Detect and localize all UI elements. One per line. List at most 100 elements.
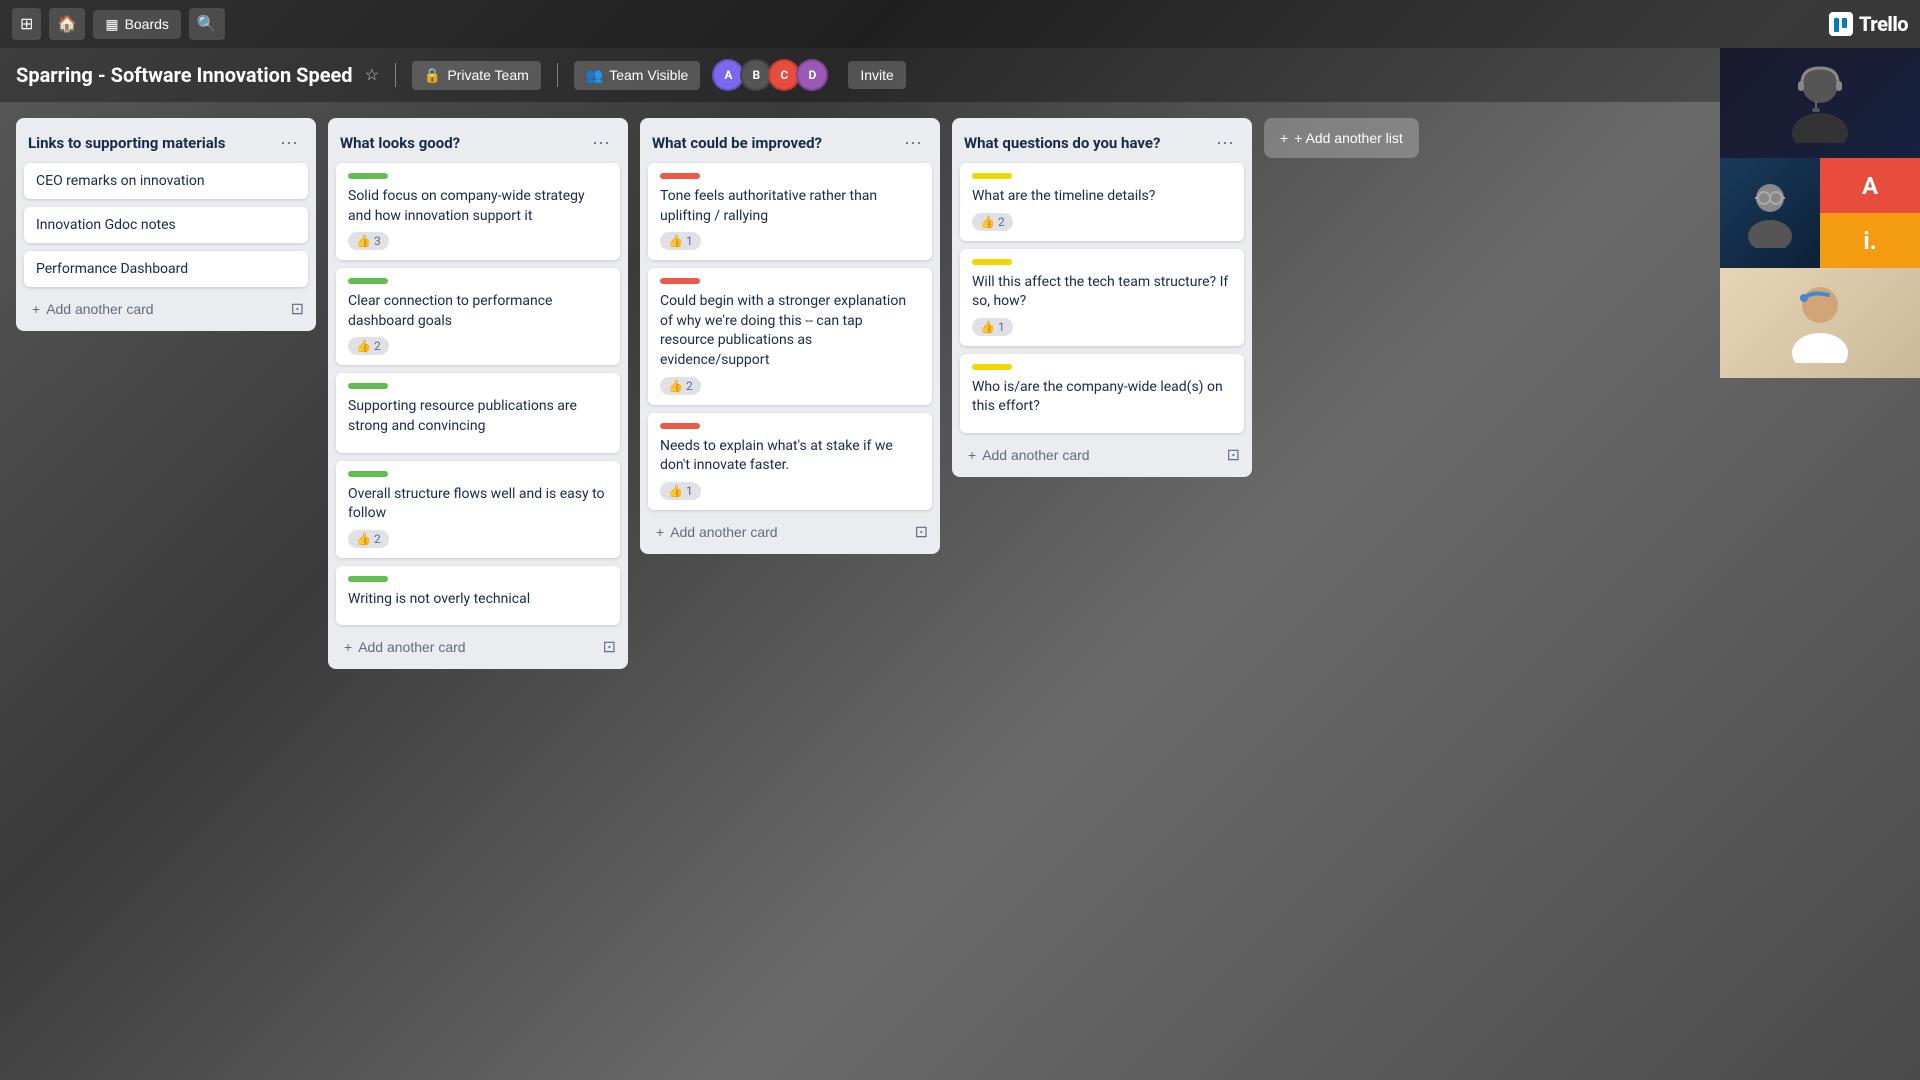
video-brand-2: i. — [1820, 213, 1920, 268]
avatar-4[interactable]: D — [796, 59, 828, 91]
list-header-links: Links to supporting materials··· — [24, 126, 308, 163]
card-q3[interactable]: Who is/are the company-wide lead(s) on t… — [960, 354, 1244, 433]
private-team-button[interactable]: 🔒 Private Team — [412, 61, 541, 90]
add-card-label-questions: Add another card — [982, 447, 1089, 463]
video-panel-right: A i. — [1820, 158, 1920, 268]
card-i3[interactable]: Needs to explain what's at stake if we d… — [648, 413, 932, 510]
card-label-g5 — [348, 576, 388, 582]
card-l1[interactable]: CEO remarks on innovation — [24, 163, 308, 199]
card-text-i2: Could begin with a stronger explanation … — [660, 292, 920, 370]
top-navigation: ⊞ 🏠 ▦ Boards 🔍 Trello — [0, 0, 1920, 48]
card-badge-i2[interactable]: 👍2 — [660, 377, 701, 395]
add-card-button-good[interactable]: + Add another card — [336, 633, 599, 661]
card-i2[interactable]: Could begin with a stronger explanation … — [648, 268, 932, 404]
video-panel: A i. — [1720, 48, 1920, 378]
add-card-label-improved: Add another card — [670, 524, 777, 540]
video-person-1 — [1720, 48, 1920, 158]
card-template-button-improved[interactable]: ⊡ — [911, 518, 932, 546]
star-button[interactable]: ☆ — [365, 65, 379, 85]
list-good: What looks good? ··· Solid focus on compan… — [328, 118, 628, 669]
card-text-g5: Writing is not overly technical — [348, 590, 608, 610]
card-text-q2: Will this affect the tech team structure… — [972, 273, 1232, 312]
trello-wordmark: Trello — [1859, 12, 1908, 36]
list-header-improved: What could be improved?··· — [648, 126, 932, 163]
badge-count-g1: 3 — [374, 234, 381, 248]
card-g4[interactable]: Overall structure flows well and is easy… — [336, 461, 620, 558]
thumbs-up-icon: 👍 — [356, 339, 371, 353]
card-g3[interactable]: Supporting resource publications are str… — [336, 373, 620, 452]
list-menu-button-links[interactable]: ··· — [274, 130, 304, 155]
card-footer-q2: 👍1 — [972, 318, 1232, 336]
add-card-label-links: Add another card — [46, 301, 153, 317]
card-l2[interactable]: Innovation Gdoc notes — [24, 207, 308, 243]
video-person-2 — [1720, 158, 1820, 268]
card-label-i2 — [660, 278, 700, 284]
card-q1[interactable]: What are the timeline details? 👍2 — [960, 163, 1244, 241]
card-footer-i2: 👍2 — [660, 377, 920, 395]
header-divider — [395, 63, 396, 87]
card-footer-i1: 👍1 — [660, 232, 920, 250]
card-badge-g2[interactable]: 👍2 — [348, 337, 389, 355]
card-text-q1: What are the timeline details? — [972, 187, 1232, 207]
card-template-button-links[interactable]: ⊡ — [287, 295, 308, 323]
board-header: Sparring - Software Innovation Speed ☆ 🔒… — [0, 48, 1920, 102]
card-label-g1 — [348, 173, 388, 179]
thumbs-up-icon: 👍 — [980, 320, 995, 334]
card-g2[interactable]: Clear connection to performance dashboar… — [336, 268, 620, 365]
card-label-q3 — [972, 364, 1012, 370]
card-badge-g4[interactable]: 👍2 — [348, 530, 389, 548]
list-menu-button-improved[interactable]: ··· — [898, 130, 928, 155]
card-template-button-good[interactable]: ⊡ — [599, 633, 620, 661]
card-label-g2 — [348, 278, 388, 284]
card-badge-q1[interactable]: 👍2 — [972, 213, 1013, 231]
list-title-good: What looks good? — [340, 134, 460, 152]
team-visible-button[interactable]: 👥 Team Visible — [574, 61, 701, 90]
thumbs-up-icon: 👍 — [668, 379, 683, 393]
trello-icon — [1829, 12, 1853, 36]
users-icon: 👥 — [586, 67, 603, 84]
video-person-3 — [1720, 268, 1920, 378]
plus-icon-list: + — [1280, 130, 1288, 146]
lock-icon: 🔒 — [424, 67, 441, 84]
card-badge-i1[interactable]: 👍1 — [660, 232, 701, 250]
card-label-q1 — [972, 173, 1012, 179]
badge-count-i1: 1 — [686, 234, 693, 248]
card-footer-g1: 👍3 — [348, 232, 608, 250]
list-header-questions: What questions do you have?··· — [960, 126, 1244, 163]
list-menu-button-questions[interactable]: ··· — [1210, 130, 1240, 155]
add-card-button-questions[interactable]: + Add another card — [960, 441, 1223, 469]
board-title: Sparring - Software Innovation Speed — [16, 63, 353, 87]
card-label-i1 — [660, 173, 700, 179]
card-badge-i3[interactable]: 👍1 — [660, 482, 701, 500]
card-text-g3: Supporting resource publications are str… — [348, 397, 608, 436]
list-questions: What questions do you have?···What are t… — [952, 118, 1252, 477]
list-menu-button-good[interactable]: ··· — [586, 130, 616, 155]
nav-left: ⊞ 🏠 ▦ Boards 🔍 — [12, 8, 1821, 40]
card-l3[interactable]: Performance Dashboard — [24, 251, 308, 287]
card-i1[interactable]: Tone feels authoritative rather than upl… — [648, 163, 932, 260]
card-g1[interactable]: Solid focus on company-wide strategy and… — [336, 163, 620, 260]
home-button[interactable]: 🏠 — [49, 8, 85, 40]
card-template-button-questions[interactable]: ⊡ — [1223, 441, 1244, 469]
card-text-q3: Who is/are the company-wide lead(s) on t… — [972, 378, 1232, 417]
invite-button[interactable]: Invite — [848, 61, 905, 89]
card-q2[interactable]: Will this affect the tech team structure… — [960, 249, 1244, 346]
card-text-g4: Overall structure flows well and is easy… — [348, 485, 608, 524]
card-label-g3 — [348, 383, 388, 389]
private-team-label: Private Team — [447, 67, 528, 83]
video-tile-1 — [1720, 48, 1920, 158]
add-list-button[interactable]: + + Add another list — [1264, 118, 1419, 158]
card-badge-g1[interactable]: 👍3 — [348, 232, 389, 250]
add-card-button-improved[interactable]: + Add another card — [648, 518, 911, 546]
card-text-g1: Solid focus on company-wide strategy and… — [348, 187, 608, 226]
card-g5[interactable]: Writing is not overly technical — [336, 566, 620, 626]
add-card-row-links: + Add another card⊡ — [24, 295, 308, 323]
list-links: Links to supporting materials···CEO rema… — [16, 118, 316, 331]
card-footer-i3: 👍1 — [660, 482, 920, 500]
add-card-button-links[interactable]: + Add another card — [24, 295, 287, 323]
card-text-g2: Clear connection to performance dashboar… — [348, 292, 608, 331]
boards-button[interactable]: ▦ Boards — [93, 10, 181, 39]
search-button[interactable]: 🔍 — [189, 8, 225, 40]
grid-menu-button[interactable]: ⊞ — [12, 8, 41, 40]
card-badge-q2[interactable]: 👍1 — [972, 318, 1013, 336]
